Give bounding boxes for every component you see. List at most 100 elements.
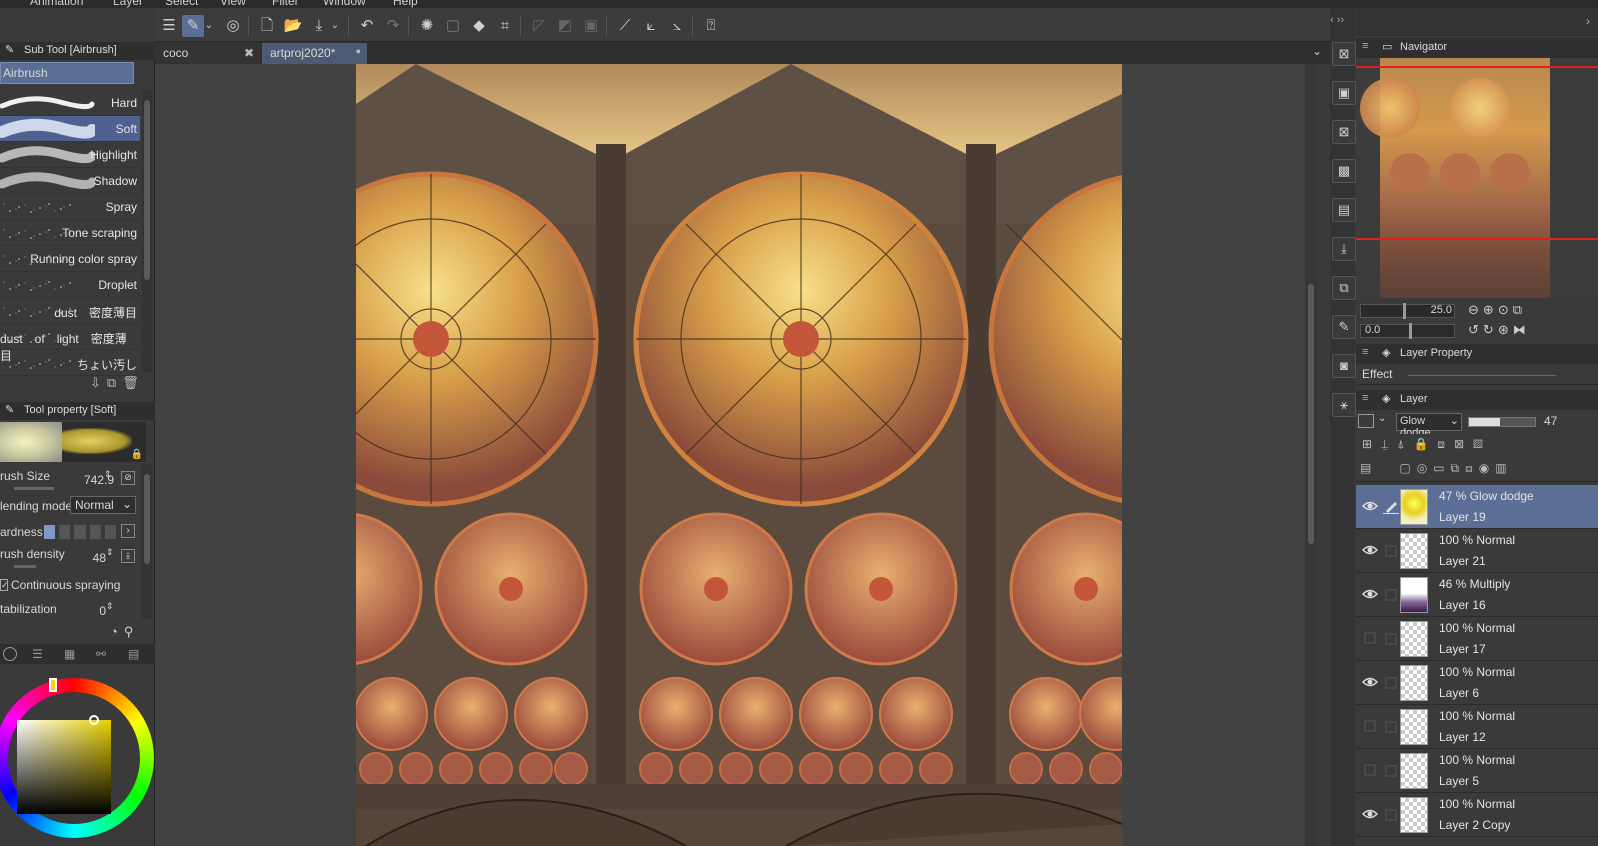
collapse-icon[interactable]: ‹ ›› <box>1330 14 1344 26</box>
menu-view[interactable]: View <box>220 0 246 8</box>
layer-row[interactable]: 47 % Glow dodge Layer 19 <box>1356 485 1598 529</box>
rotate-right-icon[interactable]: ↻ <box>1483 322 1498 337</box>
ruler-snap-icon[interactable]: ⟋ <box>614 15 636 37</box>
new-folder-icon[interactable]: ▭ <box>1433 461 1450 475</box>
undo-icon[interactable]: ↶ <box>356 15 378 37</box>
layer-blend-select[interactable]: Glow dodge ⌄ <box>1396 413 1462 439</box>
new-layer-icon[interactable]: ▣ <box>1332 81 1356 105</box>
clock-icon[interactable]: ◔ <box>110 624 124 639</box>
menu-filter[interactable]: Filter <box>272 0 299 8</box>
pressure-icon[interactable]: ⊘ <box>121 471 135 485</box>
color-icon[interactable]: ▨ <box>1473 437 1492 451</box>
menu-help[interactable]: Help <box>393 0 418 8</box>
toolprop-scrollbar[interactable] <box>142 464 152 619</box>
reset-rotation-icon[interactable]: ⊛ <box>1498 322 1513 337</box>
eye-icon[interactable] <box>1362 587 1378 601</box>
copy-icon[interactable]: ⧉ <box>107 375 122 390</box>
menu-icon[interactable]: ≡ <box>1362 40 1368 52</box>
brush-item[interactable]: Hard <box>0 90 140 116</box>
brush-density-value[interactable]: 48 <box>82 551 106 565</box>
layer-opacity-value[interactable]: 47 <box>1544 414 1557 428</box>
lock-icon[interactable]: 🔒 <box>131 449 143 460</box>
actual-size-icon[interactable]: ⧉ <box>1513 302 1526 317</box>
layer-row[interactable]: 100 % Normal Layer 21 <box>1356 529 1598 573</box>
new-vector-layer-icon[interactable]: ◎ <box>1417 461 1433 475</box>
crop-icon[interactable]: ◸ <box>528 15 550 37</box>
tab-unsaved-icon[interactable]: ● <box>356 46 361 56</box>
edit-checkbox-icon[interactable] <box>1383 630 1399 646</box>
rotation-slider[interactable]: 0.0 <box>1360 323 1455 339</box>
layer-row[interactable]: 100 % Normal Layer 2 Copy <box>1356 793 1598 837</box>
layer-window-icon[interactable]: ▤ <box>1332 198 1356 222</box>
mask-add-icon[interactable]: ◉ <box>1479 461 1495 475</box>
edit-checkbox-icon[interactable] <box>1383 586 1399 602</box>
clear-icon[interactable]: ▢ <box>442 15 464 37</box>
redo-icon[interactable]: ↷ <box>382 15 404 37</box>
pen-tool-icon[interactable]: ✎ <box>182 15 204 37</box>
continuous-spraying-checkbox[interactable]: ✓ <box>0 579 9 591</box>
brush-item[interactable]: Running color spray <box>0 246 140 272</box>
stepper-icon[interactable]: ⇕ <box>106 547 114 558</box>
combine-icon[interactable]: ⧈ <box>1465 461 1479 475</box>
fit-icon[interactable]: ⊙ <box>1498 302 1513 317</box>
brush-list-scrollbar[interactable] <box>142 90 152 372</box>
chevron-right-icon[interactable]: › <box>121 524 135 538</box>
selection-spark-icon[interactable]: ✺ <box>416 15 438 37</box>
hamburger-icon[interactable]: ☰ <box>158 15 180 37</box>
navigator-preview[interactable] <box>1356 58 1598 298</box>
tab-close-icon[interactable]: ✖ <box>244 46 254 60</box>
fill-icon[interactable]: ◆ <box>468 15 490 37</box>
hardness-selector[interactable] <box>44 525 117 539</box>
rotate-left-icon[interactable]: ↺ <box>1468 322 1483 337</box>
zoom-out-icon[interactable]: ⊖ <box>1468 302 1483 317</box>
menu-select[interactable]: Select <box>165 0 198 8</box>
saturation-value-square[interactable] <box>17 720 111 814</box>
new-file-icon[interactable]: 🗋 <box>256 15 278 37</box>
scrollbar-thumb[interactable] <box>1308 284 1314 544</box>
layer-row[interactable]: 100 % Normal Layer 6 <box>1356 661 1598 705</box>
eye-icon[interactable] <box>1362 499 1378 513</box>
pen-icon[interactable] <box>1383 498 1399 514</box>
stabilization-value[interactable]: 0 <box>92 604 106 618</box>
flip-icon[interactable]: ⧓ <box>1513 322 1530 337</box>
menu-layer[interactable]: Layer <box>113 0 143 8</box>
figure-icon[interactable]: ⚹ <box>1332 393 1356 417</box>
hidden-checkbox-icon[interactable] <box>1362 631 1378 645</box>
edit-checkbox-icon[interactable] <box>1383 674 1399 690</box>
color-slider-tab-icon[interactable]: ☰ <box>32 647 43 661</box>
artwork-canvas[interactable] <box>356 64 1122 846</box>
layer-opacity-slider[interactable] <box>1468 417 1536 427</box>
special-ruler-snap-icon[interactable]: ⟀ <box>640 15 662 37</box>
lock-transparent-icon[interactable]: ⍊ <box>1381 437 1397 451</box>
hue-handle[interactable] <box>49 678 57 692</box>
blending-mode-select[interactable]: Normal ⌄ <box>70 496 136 514</box>
spiral-icon[interactable]: ◎ <box>222 15 244 37</box>
download-icon[interactable]: ⇩ <box>90 375 107 390</box>
hidden-checkbox-icon[interactable] <box>1362 719 1378 733</box>
stepper-icon[interactable]: ⇕ <box>104 469 112 480</box>
save-icon[interactable]: ⤓ <box>308 15 330 37</box>
intermediate-color-tab-icon[interactable]: ⚯ <box>96 647 106 661</box>
canvas-vertical-scrollbar[interactable] <box>1305 64 1317 846</box>
open-folder-icon[interactable]: 📂 <box>282 15 304 37</box>
delete-layer-icon[interactable]: ▥ <box>1495 461 1512 475</box>
pressure-icon[interactable]: ⤓ <box>121 549 135 563</box>
edit-checkbox-icon[interactable] <box>1383 542 1399 558</box>
delete-icon[interactable]: ⊠ <box>1332 120 1356 144</box>
texture-icon[interactable]: ▩ <box>1332 159 1356 183</box>
close-panel-icon[interactable]: ⊠ <box>1332 42 1356 66</box>
layer-list-icon[interactable]: ▤ <box>1360 461 1377 475</box>
clip-icon[interactable] <box>1358 414 1374 428</box>
tab-artproj2020[interactable]: artproj2020* ● <box>262 43 367 64</box>
layer-row[interactable]: 100 % Normal Layer 5 <box>1356 749 1598 793</box>
hidden-checkbox-icon[interactable] <box>1362 763 1378 777</box>
trash-icon[interactable]: 🗑 <box>122 375 145 390</box>
camera-icon[interactable]: ◙ <box>1332 354 1356 378</box>
eye-icon[interactable] <box>1362 675 1378 689</box>
brush-item[interactable]: ちょい汚し <box>0 350 140 376</box>
lock-icon[interactable]: 🔒 <box>1413 437 1437 451</box>
new-raster-layer-icon[interactable]: ▢ <box>1399 461 1416 475</box>
edit-icon[interactable]: ✎ <box>1332 315 1356 339</box>
grid-snap-icon[interactable]: ⦣ <box>666 15 688 37</box>
zoom-in-icon[interactable]: ⊕ <box>1483 302 1498 317</box>
